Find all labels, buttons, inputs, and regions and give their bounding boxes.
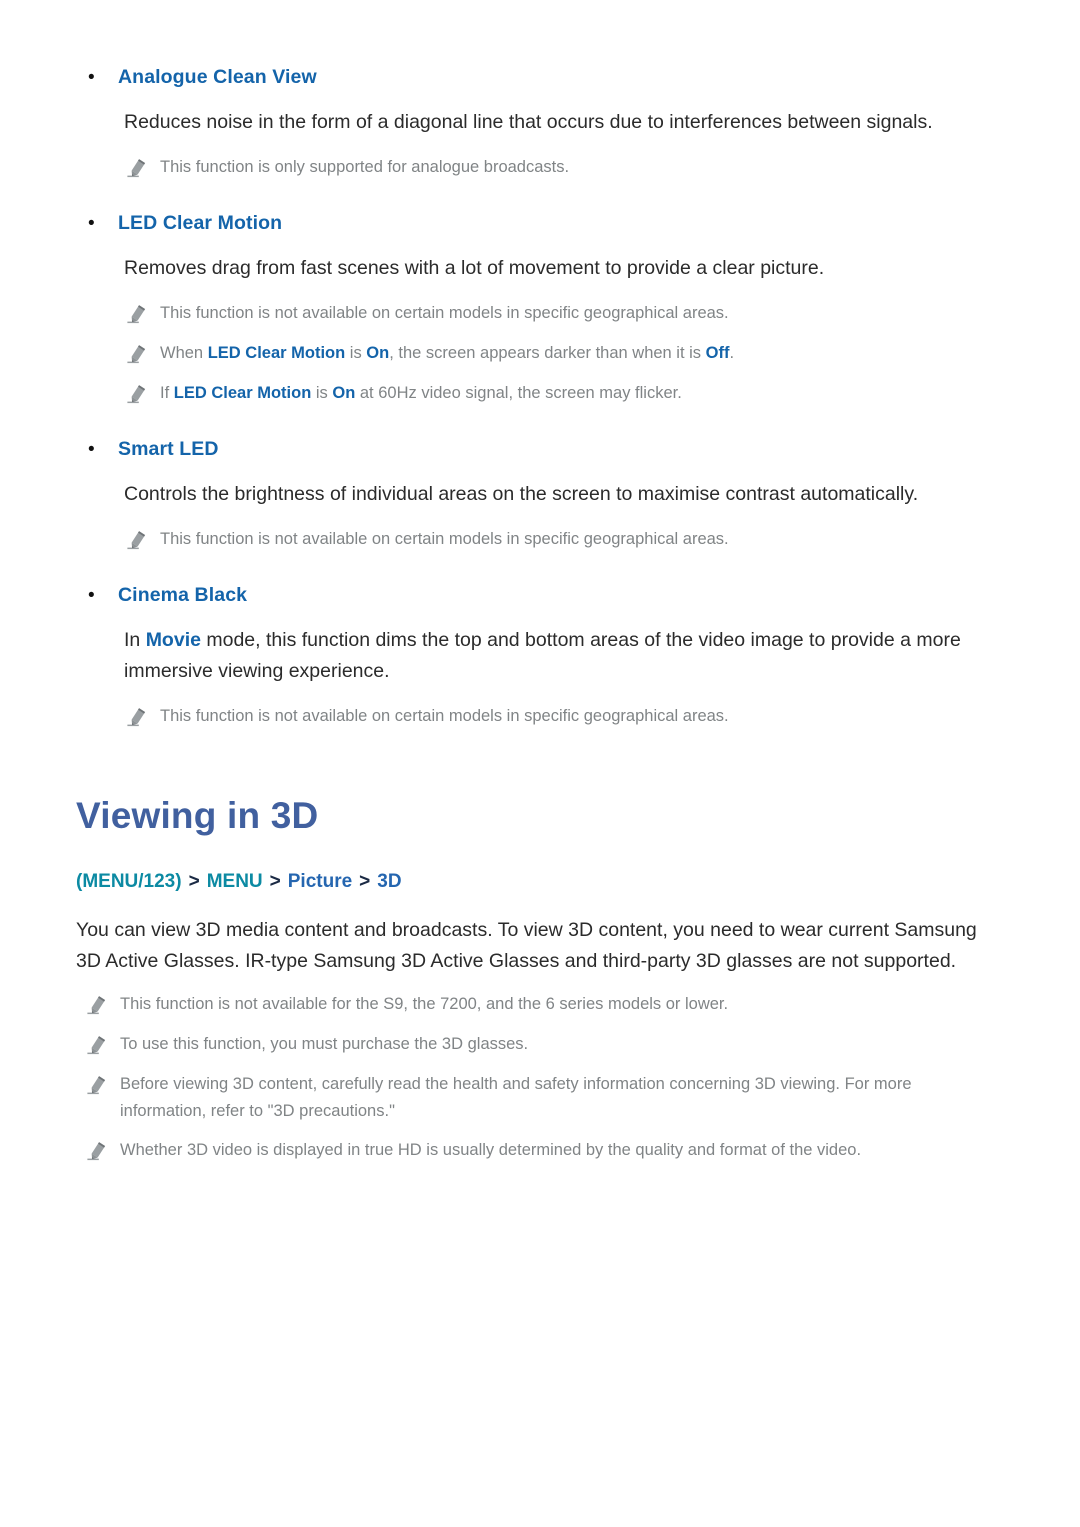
pencil-icon [126, 304, 160, 328]
bullet-heading-analogue-clean-view: Analogue Clean View [88, 62, 1080, 93]
section-body-cinema-black: In Movie mode, this function dims the to… [124, 629, 961, 682]
note-text: When LED Clear Motion is On, the screen … [160, 344, 735, 362]
note-row: This function is not available on certai… [126, 703, 988, 731]
bullet-dot-icon [88, 434, 118, 465]
section-body-smart-led: Controls the brightness of individual ar… [124, 483, 919, 505]
document-page: Analogue Clean View Reduces noise in the… [0, 0, 1080, 1527]
note-text: This function is not available for the S… [120, 995, 729, 1013]
breadcrumb-item[interactable]: (MENU/123) [76, 871, 182, 892]
note-row: To use this function, you must purchase … [86, 1031, 980, 1059]
breadcrumb-item[interactable]: MENU [207, 871, 263, 892]
inline-term: LED Clear Motion [173, 384, 312, 402]
inline-term: On [332, 384, 356, 402]
note-row: This function is not available on certai… [126, 526, 988, 554]
pencil-icon [86, 1141, 120, 1165]
pencil-icon [126, 707, 160, 731]
section-body-analogue-clean-view: Reduces noise in the form of a diagonal … [124, 111, 933, 133]
note-row: This function is not available on certai… [126, 300, 988, 328]
note-row: If LED Clear Motion is On at 60Hz video … [126, 380, 988, 408]
note-text: If LED Clear Motion is On at 60Hz video … [160, 384, 682, 402]
bullet-heading-cinema-black: Cinema Black [88, 580, 1080, 611]
chevron-right-icon: > [359, 871, 371, 892]
pencil-icon [126, 158, 160, 182]
note-row: When LED Clear Motion is On, the screen … [126, 340, 988, 368]
bullet-dot-icon [88, 580, 118, 611]
inline-term: On [366, 344, 390, 362]
bullet-dot-icon [88, 62, 118, 93]
note-row: This function is only supported for anal… [126, 154, 988, 182]
note-row: This function is not available for the S… [86, 991, 980, 1019]
chevron-right-icon: > [269, 871, 281, 892]
note-text: Before viewing 3D content, carefully rea… [120, 1075, 912, 1120]
inline-term: Off [705, 344, 730, 362]
note-row: Before viewing 3D content, carefully rea… [86, 1071, 980, 1125]
pencil-icon [86, 995, 120, 1019]
bullet-heading-label: Smart LED [118, 438, 219, 460]
note-text: This function is not available on certai… [160, 304, 729, 322]
bullet-heading-led-clear-motion: LED Clear Motion [88, 208, 1080, 239]
pencil-icon [86, 1075, 120, 1099]
inline-term: LED Clear Motion [207, 344, 346, 362]
note-text: This function is only supported for anal… [160, 158, 570, 176]
page-title: Viewing in 3D [76, 795, 319, 836]
bullet-heading-label: Analogue Clean View [118, 66, 317, 88]
bullet-heading-smart-led: Smart LED [88, 434, 1080, 465]
breadcrumb-item[interactable]: Picture [288, 871, 352, 892]
pencil-icon [126, 530, 160, 554]
note-text: To use this function, you must purchase … [120, 1035, 529, 1053]
breadcrumb: (MENU/123) > MENU > Picture >3D [76, 867, 1080, 897]
bullet-heading-label: Cinema Black [118, 584, 248, 606]
bullet-heading-label: LED Clear Motion [118, 212, 283, 234]
note-text: Whether 3D video is displayed in true HD… [120, 1141, 862, 1159]
chapter-intro-text: You can view 3D media content and broadc… [76, 919, 977, 972]
pencil-icon [86, 1035, 120, 1059]
chevron-right-icon: > [188, 871, 200, 892]
breadcrumb-item[interactable]: 3D [377, 871, 401, 892]
note-row: Whether 3D video is displayed in true HD… [86, 1137, 980, 1165]
note-text: This function is not available on certai… [160, 707, 729, 725]
bullet-dot-icon [88, 208, 118, 239]
section-body-led-clear-motion: Removes drag from fast scenes with a lot… [124, 257, 825, 279]
note-text: This function is not available on certai… [160, 530, 729, 548]
inline-term: Movie [145, 629, 201, 651]
pencil-icon [126, 384, 160, 408]
pencil-icon [126, 344, 160, 368]
